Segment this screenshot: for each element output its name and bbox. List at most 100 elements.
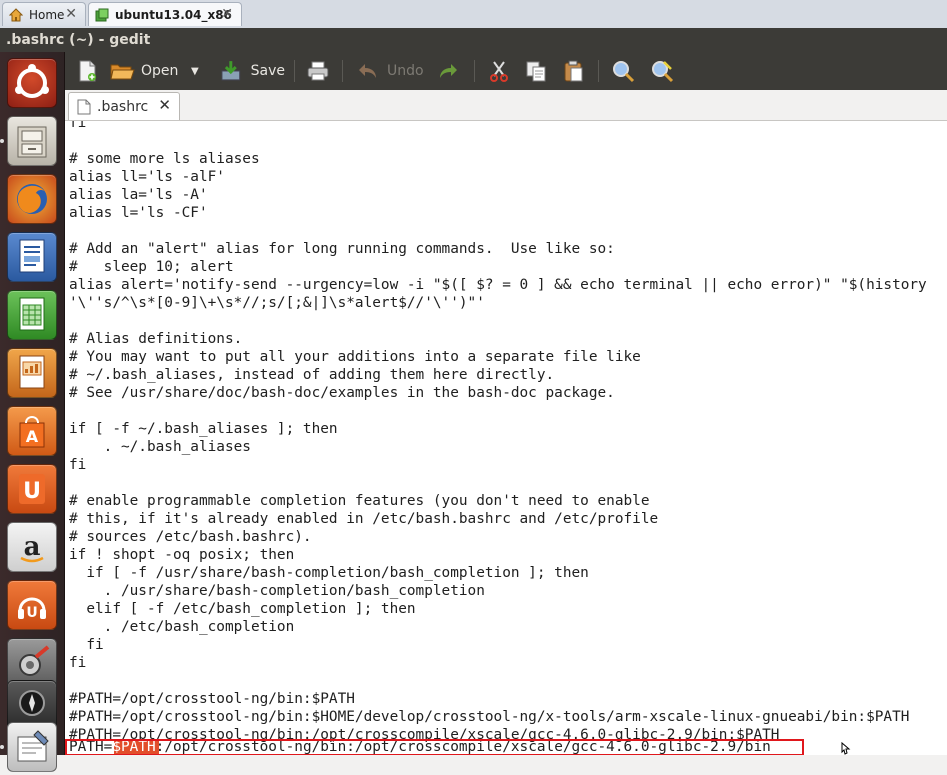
gedit-button[interactable] (7, 722, 57, 772)
printer-icon (307, 61, 329, 81)
open-button[interactable]: Open (109, 59, 179, 83)
find-button[interactable] (611, 59, 635, 83)
calc-button[interactable] (7, 290, 57, 340)
text-file-icon (77, 99, 91, 114)
home-icon (9, 7, 23, 21)
gedit-toolbar: Open ▼ Save Undo (65, 52, 947, 90)
files-button[interactable] (7, 116, 57, 166)
presentation-icon (19, 355, 45, 389)
paste-button[interactable] (561, 59, 585, 83)
editor-line: # You may want to put all your additions… (69, 349, 641, 365)
editor-line: fi (69, 655, 87, 671)
svg-text:a: a (24, 532, 41, 562)
vm-tab-ubuntu[interactable]: ubuntu13.04_x86 ✕ (88, 2, 242, 26)
editor-line: fi (69, 457, 87, 473)
save-button-label: Save (250, 63, 285, 79)
toolbar-separator (474, 60, 475, 82)
svg-text:U: U (23, 479, 41, 504)
path-line-annotation-box (65, 739, 804, 755)
close-icon[interactable]: ✕ (221, 6, 233, 22)
editor-line: # Alias definitions. (69, 331, 243, 347)
editor-line: alias alert='notify-send --urgency=low -… (69, 277, 927, 293)
toolbar-separator (598, 60, 599, 82)
toolbar-separator (294, 60, 295, 82)
find-replace-icon (652, 61, 674, 83)
editor-line: # sleep 10; alert (69, 259, 234, 275)
tab-bashrc[interactable]: .bashrc ✕ (68, 92, 180, 120)
text-editor-area[interactable]: fi # some more ls aliases alias ll='ls -al… (65, 121, 947, 755)
impress-button[interactable] (7, 348, 57, 398)
editor-line: # this, if it's already enabled in /etc/… (69, 511, 659, 527)
new-document-icon (79, 60, 96, 82)
headphones-icon: U (18, 597, 46, 621)
redo-arrow-icon (440, 64, 457, 78)
svg-text:A: A (26, 427, 39, 446)
software-center-button[interactable]: A (7, 406, 57, 456)
close-icon[interactable]: ✕ (65, 6, 77, 22)
editor-line: '\''s/^\s*[0-9]\+\s*//;s/[;&|]\s*alert$/… (69, 295, 485, 311)
editor-line: if ! shopt -oq posix; then (69, 547, 295, 563)
editor-line: . /usr/share/bash-completion/bash_comple… (69, 583, 485, 599)
editor-line: # sources /etc/bash.bashrc). (69, 529, 312, 545)
editor-line: fi (69, 121, 87, 131)
ubuntu-logo-icon (15, 64, 49, 98)
cut-button[interactable] (487, 59, 511, 83)
undo-button[interactable]: Undo (355, 59, 425, 83)
open-button-label: Open (141, 63, 179, 79)
vm-tab-home-label: Home (29, 7, 65, 22)
running-indicator (0, 745, 4, 749)
editor-line: # enable programmable completion feature… (69, 493, 650, 509)
clipboard-icon (564, 60, 583, 82)
ubuntu-one-icon: U (19, 474, 45, 504)
spreadsheet-icon (19, 297, 45, 331)
window-title: .bashrc (~) - gedit (6, 32, 151, 48)
copy-icon (526, 61, 546, 82)
ubuntu-one-music-button[interactable]: U (7, 580, 57, 630)
save-button[interactable]: Save (219, 59, 285, 83)
editor-line: # ~/.bash_aliases, instead of adding the… (69, 367, 555, 383)
window-title-bar: .bashrc (~) - gedit (0, 28, 947, 52)
amazon-icon: a (20, 532, 44, 563)
search-icon (613, 61, 635, 83)
svg-text:U: U (26, 605, 37, 621)
running-indicator (0, 139, 4, 143)
virtual-machine-icon (95, 8, 109, 21)
text-editor-icon (17, 730, 49, 762)
scissors-icon (490, 61, 508, 82)
firefox-button[interactable] (7, 174, 57, 224)
redo-button[interactable] (437, 59, 461, 83)
new-document-button[interactable] (75, 59, 99, 83)
mouse-pointer-icon (841, 741, 851, 755)
editor-line: alias ll='ls -alF' (69, 169, 225, 185)
unity-launcher: A U a U (0, 52, 65, 772)
undo-arrow-icon (359, 64, 376, 78)
print-button[interactable] (306, 59, 330, 83)
document-tab-bar: .bashrc ✕ (65, 90, 947, 121)
editor-line: elif [ -f /etc/bash_completion ]; then (69, 601, 416, 617)
close-icon[interactable]: ✕ (158, 96, 171, 114)
shopping-bag-icon: A (19, 416, 45, 448)
vm-tab-home[interactable]: Home ✕ (2, 2, 86, 26)
find-replace-button[interactable] (650, 59, 674, 83)
copy-button[interactable] (524, 59, 548, 83)
toolbar-separator (342, 60, 343, 82)
file-cabinet-icon (17, 126, 47, 158)
editor-line: # some more ls aliases (69, 151, 260, 167)
amazon-button[interactable]: a (7, 522, 57, 572)
ubuntu-dash-button[interactable] (7, 58, 57, 108)
editor-line: #PATH=/opt/crosstool-ng/bin:$PATH (69, 691, 355, 707)
editor-line: # See /usr/share/doc/bash-doc/examples i… (69, 385, 615, 401)
vm-tab-ubuntu-label: ubuntu13.04_x86 (115, 7, 232, 22)
firefox-icon (17, 184, 47, 214)
editor-line: fi (69, 637, 104, 653)
recent-files-dropdown[interactable]: ▼ (191, 59, 203, 83)
writer-button[interactable] (7, 232, 57, 282)
editor-line: . /etc/bash_completion (69, 619, 295, 635)
editor-line: if [ -f /usr/share/bash-completion/bash_… (69, 565, 589, 581)
chevron-down-icon: ▼ (191, 65, 199, 77)
document-writer-icon (19, 239, 45, 273)
vm-tab-bar: Home ✕ ubuntu13.04_x86 ✕ (0, 0, 947, 29)
editor-line: # Add an "alert" alias for long running … (69, 241, 615, 257)
tab-bashrc-label: .bashrc (97, 98, 149, 115)
ubuntu-one-button[interactable]: U (7, 464, 57, 514)
